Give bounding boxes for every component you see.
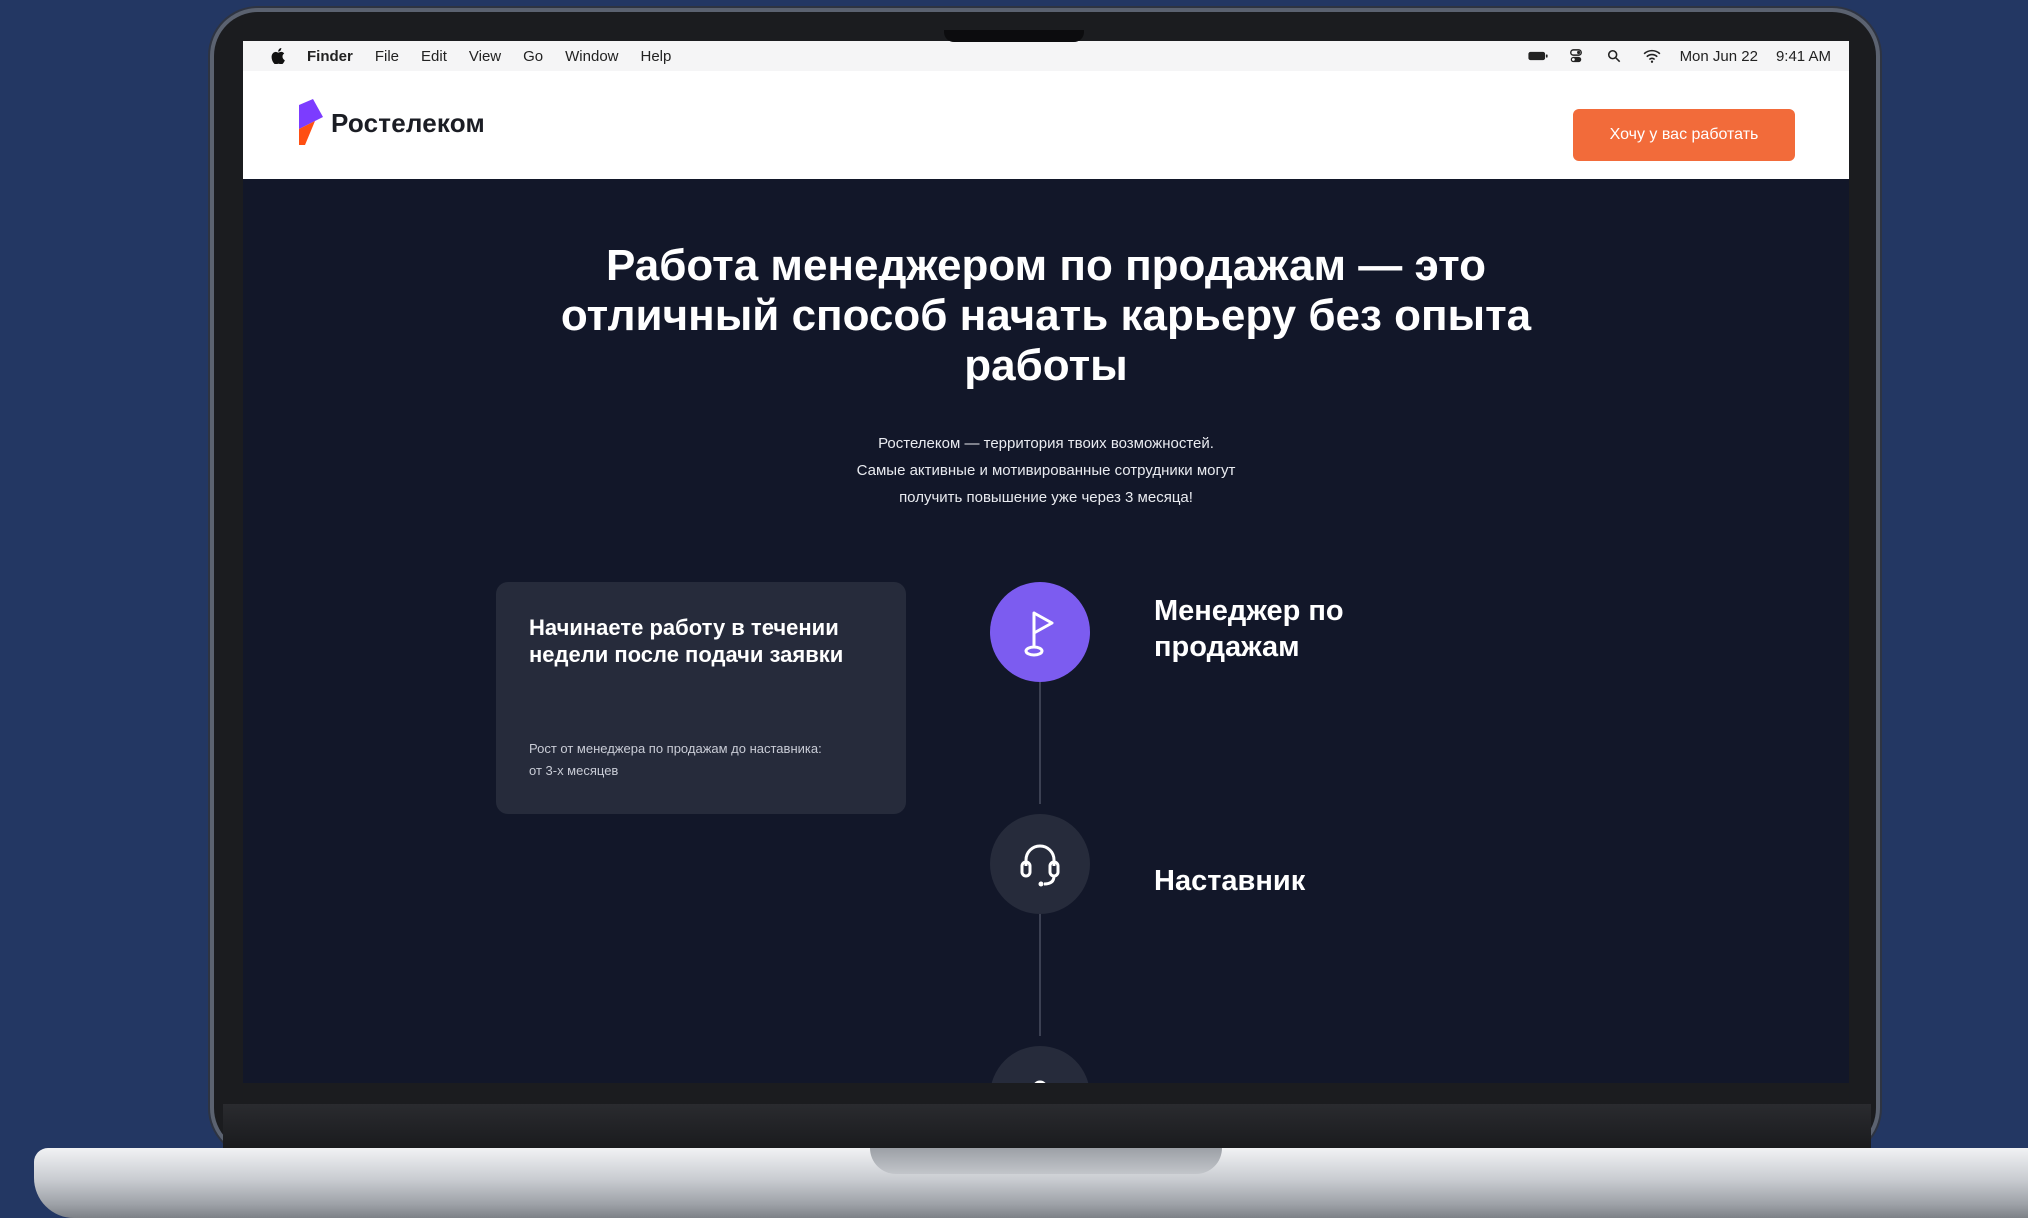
info-card-title: Начинаете работу в течении недели после … xyxy=(529,615,844,667)
camera-notch xyxy=(944,30,1084,42)
apply-job-button[interactable]: Хочу у вас работать xyxy=(1573,109,1795,161)
hero-subtitle-line: Ростелеком — территория твоих возможност… xyxy=(878,435,1214,452)
menu-go[interactable]: Go xyxy=(523,48,543,65)
menubar-date[interactable]: Mon Jun 22 xyxy=(1680,48,1758,65)
info-card-text: Рост от менеджера по продажам до наставн… xyxy=(529,741,822,778)
battery-icon[interactable] xyxy=(1527,49,1548,63)
timeline-connector xyxy=(1039,914,1041,1036)
hero-subtitle: Ростелеком — территория твоих возможност… xyxy=(686,430,1406,511)
menu-finder[interactable]: Finder xyxy=(307,48,353,65)
menu-file[interactable]: File xyxy=(375,48,399,65)
wifi-icon[interactable] xyxy=(1642,49,1662,63)
hero-subtitle-line: Самые активные и мотивированные сотрудни… xyxy=(856,462,1236,479)
apple-icon[interactable] xyxy=(271,48,285,64)
person-icon xyxy=(1034,1080,1046,1083)
menubar: Finder File Edit View Go Window Help Mon… xyxy=(243,41,1849,71)
search-icon[interactable] xyxy=(1604,49,1624,63)
timeline-step-label: Менеджер по продажам xyxy=(1154,595,1344,663)
laptop-base-notch xyxy=(870,1148,1222,1174)
hero-subtitle-line: получить повышение уже через 3 месяца! xyxy=(899,489,1193,506)
rostelecom-logo[interactable]: Ростелеком xyxy=(295,99,485,147)
menubar-time[interactable]: 9:41 AM xyxy=(1776,48,1831,65)
screen: Finder File Edit View Go Window Help Mon… xyxy=(243,41,1849,1083)
logo-text: Ростелеком xyxy=(331,107,485,138)
timeline-step-next[interactable] xyxy=(990,1046,1090,1083)
menu-view[interactable]: View xyxy=(469,48,501,65)
site-header: Ростелеком Хочу у вас работать xyxy=(243,71,1849,179)
menubar-status: Mon Jun 22 9:41 AM xyxy=(1527,48,1831,65)
laptop-chin xyxy=(223,1104,1871,1148)
timeline-connector xyxy=(1039,682,1041,804)
headset-icon xyxy=(1020,844,1060,887)
rostelecom-logo-icon xyxy=(299,99,323,145)
menu-help[interactable]: Help xyxy=(641,48,672,65)
timeline-step-label: Наставник xyxy=(1154,865,1306,897)
timeline-step-manager[interactable] xyxy=(990,582,1090,682)
menu-edit[interactable]: Edit xyxy=(421,48,447,65)
menu-window[interactable]: Window xyxy=(565,48,618,65)
timeline-step-mentor[interactable] xyxy=(990,814,1090,914)
flag-icon xyxy=(1024,611,1054,657)
info-card: Начинаете работу в течении недели после … xyxy=(496,582,906,814)
control-center-icon[interactable] xyxy=(1566,49,1586,63)
hero-title: Работа менеджером по продажам — это отли… xyxy=(560,241,1532,390)
